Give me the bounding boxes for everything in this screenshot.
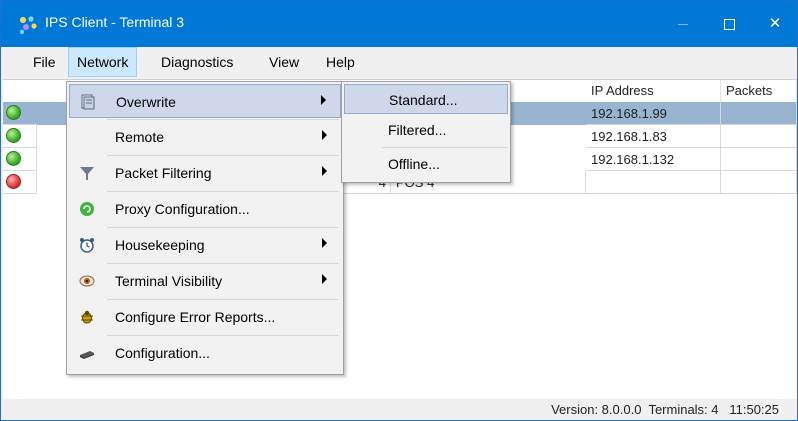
packets-cell	[721, 102, 797, 125]
menu-item-label: Housekeeping	[115, 237, 205, 253]
ip-cell	[586, 171, 721, 194]
packet-filter-icon	[80, 167, 94, 180]
clock: 11:50:25	[729, 402, 779, 417]
menu-item-remote[interactable]: Remote	[69, 120, 341, 154]
submenu-item-standard[interactable]: Standard...	[344, 84, 508, 114]
overwrite-submenu: Standard... Filtered... Offline...	[341, 81, 511, 183]
version-label: Version: 8.0.0.0	[551, 402, 642, 417]
packets-cell	[721, 125, 797, 148]
packets-cell	[721, 171, 797, 194]
menu-item-label: Configure Error Reports...	[115, 309, 276, 325]
menu-item-overwrite[interactable]: Overwrite	[69, 84, 341, 118]
menu-item-housekeeping[interactable]: Housekeeping	[69, 228, 341, 262]
menu-item-configure-error-reports[interactable]: Configure Error Reports...	[69, 300, 341, 334]
ip-cell: 192.168.1.83	[586, 125, 721, 148]
submenu-item-offline[interactable]: Offline...	[344, 149, 508, 179]
status-green-icon	[6, 128, 21, 143]
menu-item-proxy-configuration[interactable]: Proxy Configuration...	[69, 192, 341, 226]
menu-item-packet-filtering[interactable]: Packet Filtering	[69, 156, 341, 190]
menu-item-terminal-visibility[interactable]: Terminal Visibility	[69, 264, 341, 298]
menu-help[interactable]: Help	[318, 47, 363, 77]
menu-network[interactable]: Network	[68, 47, 138, 77]
menu-separator	[382, 147, 508, 148]
menu-item-label: Packet Filtering	[115, 165, 212, 181]
submenu-arrow-icon	[322, 130, 327, 140]
submenu-item-label: Standard...	[389, 92, 458, 108]
maximize-button[interactable]	[706, 1, 752, 47]
submenu-item-filtered[interactable]: Filtered...	[344, 115, 508, 145]
menu-bar: File Network Diagnostics View Help	[1, 47, 797, 77]
status-green-icon	[6, 105, 21, 120]
menu-item-configuration[interactable]: Configuration...	[69, 336, 341, 370]
status-cell	[3, 148, 37, 171]
menu-view[interactable]: View	[261, 47, 307, 77]
status-cell	[3, 125, 37, 148]
submenu-arrow-icon	[322, 166, 327, 176]
terminals-count: Terminals: 4	[648, 402, 719, 417]
bug-icon	[81, 310, 93, 324]
window-title: IPS Client - Terminal 3	[45, 14, 185, 30]
status-red-icon	[6, 174, 21, 189]
maximize-icon	[723, 18, 735, 30]
device-icon	[80, 351, 94, 359]
eye-icon	[79, 275, 95, 287]
menu-item-label: Overwrite	[116, 94, 176, 110]
overwrite-icon	[81, 94, 95, 110]
app-window: IPS Client - Terminal 3 ✕ File Network D…	[0, 0, 798, 421]
status-cell	[3, 171, 37, 194]
submenu-arrow-icon	[321, 95, 326, 105]
submenu-arrow-icon	[322, 238, 327, 248]
column-header-ip[interactable]: IP Address	[586, 80, 721, 102]
submenu-item-label: Offline...	[388, 156, 440, 172]
status-green-icon	[6, 151, 21, 166]
ip-cell: 192.168.1.132	[586, 148, 721, 171]
submenu-arrow-icon	[322, 274, 327, 284]
close-icon: ✕	[768, 15, 782, 32]
menu-item-label: Remote	[115, 129, 165, 145]
packets-cell	[721, 148, 797, 171]
status-bar: Version: 8.0.0.0 Terminals: 4 11:50:25	[1, 399, 797, 420]
menu-item-label: Proxy Configuration...	[115, 201, 250, 217]
minimize-button[interactable]	[660, 1, 706, 47]
status-info: Version: 8.0.0.0 Terminals: 4 11:50:25	[551, 402, 779, 417]
status-cell	[3, 102, 37, 125]
proxy-icon	[80, 202, 94, 216]
ips-logo-icon	[19, 16, 37, 35]
close-button[interactable]: ✕	[752, 1, 797, 47]
menu-file[interactable]: File	[25, 47, 64, 77]
alarm-clock-icon	[80, 238, 94, 253]
menu-item-label: Terminal Visibility	[115, 273, 223, 289]
column-header-packets[interactable]: Packets	[721, 80, 797, 102]
title-bar[interactable]: IPS Client - Terminal 3 ✕	[1, 1, 797, 47]
submenu-item-label: Filtered...	[388, 122, 447, 138]
menu-diagnostics[interactable]: Diagnostics	[153, 47, 241, 77]
minimize-icon	[678, 23, 688, 25]
ip-cell: 192.168.1.99	[586, 102, 721, 125]
menu-item-label: Configuration...	[115, 345, 210, 361]
network-menu: Overwrite Remote Packet Filtering Proxy …	[66, 81, 344, 375]
